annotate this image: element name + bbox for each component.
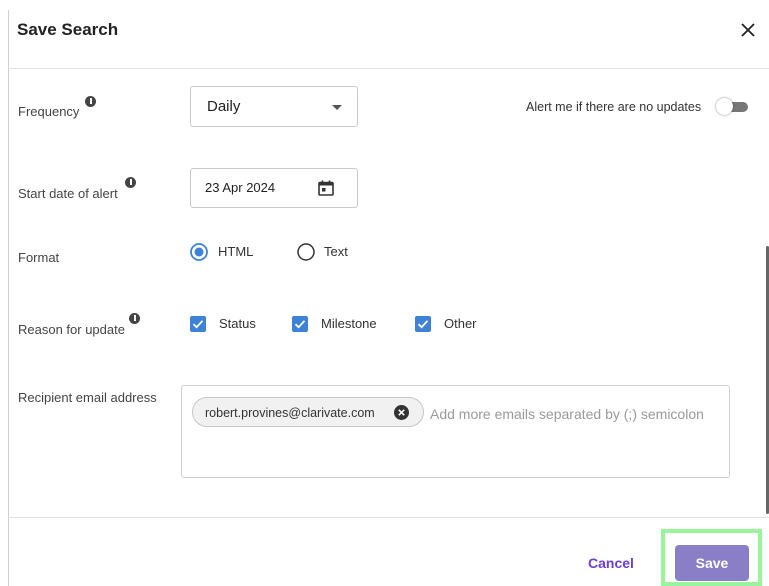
start-date-field[interactable]: 23 Apr 2024 — [190, 168, 358, 208]
frequency-select[interactable]: Daily — [190, 86, 358, 127]
frequency-label: Frequency — [18, 104, 80, 119]
format-option-label: Text — [324, 244, 348, 259]
radio-unselected-icon — [297, 243, 315, 261]
checkbox-checked-icon — [292, 316, 308, 332]
format-radio-html[interactable]: HTML — [190, 243, 260, 261]
remove-chip-icon[interactable] — [394, 405, 409, 420]
chevron-down-icon — [332, 105, 342, 110]
reason-checkbox-status[interactable]: Status — [190, 316, 270, 332]
close-icon[interactable] — [736, 18, 760, 42]
reason-option-label: Status — [219, 316, 256, 331]
reason-label: Reason for update — [18, 322, 125, 337]
email-chip-label: robert.provines@clarivate.com — [205, 406, 375, 420]
save-button[interactable]: Save — [675, 545, 749, 581]
save-search-dialog — [8, 10, 769, 586]
cancel-button[interactable]: Cancel — [588, 555, 634, 571]
dialog-title: Save Search — [17, 20, 119, 39]
email-chip: robert.provines@clarivate.com — [192, 397, 424, 427]
recipient-label: Recipient email address — [18, 390, 157, 405]
reason-checkbox-milestone[interactable]: Milestone — [292, 316, 392, 332]
format-label: Format — [18, 250, 60, 265]
start-date-label: Start date of alert — [18, 186, 118, 201]
reason-option-label: Milestone — [321, 316, 377, 331]
reason-checkbox-other[interactable]: Other — [415, 316, 485, 332]
toggle-knob — [716, 98, 733, 115]
footer-divider — [8, 517, 769, 518]
info-icon[interactable] — [129, 313, 140, 324]
no-updates-alert-label: Alert me if there are no updates — [526, 100, 702, 114]
format-radio-text[interactable]: Text — [297, 243, 357, 261]
recipient-email-field[interactable]: robert.provines@clarivate.com — [181, 385, 730, 478]
info-icon[interactable] — [125, 177, 136, 188]
radio-selected-icon — [190, 243, 208, 261]
no-updates-alert-toggle[interactable] — [716, 98, 748, 115]
calendar-icon[interactable] — [317, 179, 335, 197]
info-icon[interactable] — [85, 96, 96, 107]
checkbox-checked-icon — [190, 316, 206, 332]
frequency-value: Daily — [207, 98, 241, 115]
checkbox-checked-icon — [415, 316, 431, 332]
header-divider — [8, 68, 769, 69]
reason-option-label: Other — [444, 316, 477, 331]
email-input[interactable] — [430, 406, 726, 422]
format-option-label: HTML — [218, 244, 254, 259]
start-date-value: 23 Apr 2024 — [205, 180, 276, 195]
